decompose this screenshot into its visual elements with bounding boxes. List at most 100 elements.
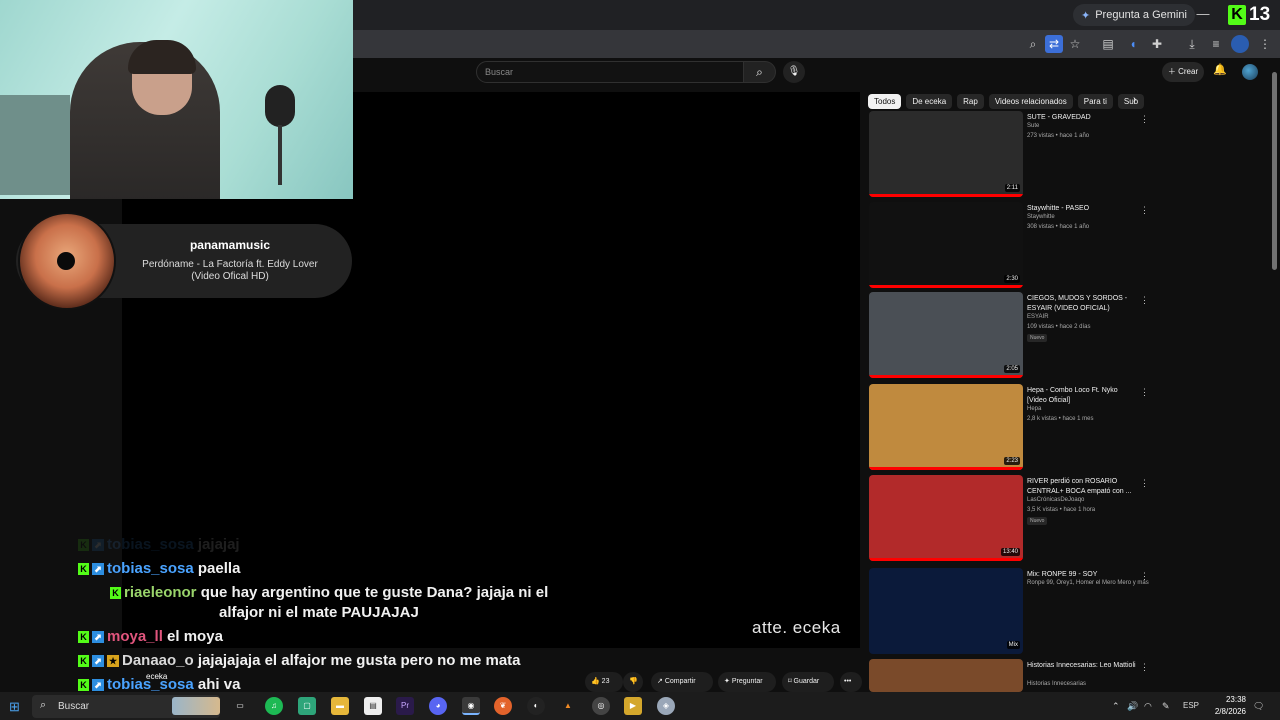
recommendation-item[interactable]: 2:11 SUTE - GRAVEDAD ⋮ Sute 273 vistas • hac… bbox=[869, 111, 1159, 199]
create-label: Crear bbox=[1178, 67, 1199, 76]
bookmark-star-icon[interactable]: ☆ bbox=[1066, 35, 1084, 53]
video-thumbnail[interactable] bbox=[869, 659, 1023, 692]
video-title[interactable]: Mix: RONPE 99 - SOY bbox=[1027, 570, 1139, 580]
fl-studio-icon[interactable]: ❦ bbox=[494, 697, 512, 715]
video-title[interactable]: Staywhitte - PASEO bbox=[1027, 204, 1139, 214]
video-title[interactable]: Historias Innecesarias: Leo Mattioli bbox=[1027, 661, 1139, 671]
volume-icon[interactable]: 🔊 bbox=[1127, 701, 1138, 712]
pen-icon[interactable]: ✎ bbox=[1162, 701, 1170, 712]
voice-search-button[interactable]: 🎙 bbox=[783, 61, 805, 83]
more-vert-icon[interactable]: ⋮ bbox=[1140, 478, 1149, 489]
taskbar-clock[interactable]: 23:38 2/8/2026 bbox=[1200, 694, 1246, 718]
recommendation-item[interactable]: Mix Mix: RONPE 99 - SOY ⋮ Ronpe 99, Orey1, … bbox=[869, 568, 1159, 656]
chip-de-eceka[interactable]: De eceka bbox=[906, 93, 953, 109]
chat-message: Kriaeleonor que hay argentino que te gus… bbox=[110, 584, 548, 601]
channel-name[interactable]: ESYAIR bbox=[1027, 314, 1049, 320]
video-thumbnail[interactable]: 2:11 bbox=[869, 111, 1023, 197]
channel-name[interactable]: Ronpe 99, Orey1, Homer el Mero Mero y má… bbox=[1027, 580, 1149, 586]
file-explorer-icon[interactable]: ▬ bbox=[331, 697, 349, 715]
channel-name[interactable]: Hepa bbox=[1027, 406, 1041, 412]
dislike-button[interactable]: 👎 bbox=[623, 672, 643, 692]
video-thumbnail[interactable]: Mix bbox=[869, 568, 1023, 654]
translate-icon[interactable]: ⇄ bbox=[1045, 35, 1063, 53]
media-player-icon[interactable]: ▶ bbox=[624, 697, 642, 715]
video-title[interactable]: Hepa - Combo Loco Ft. Nyko [Video Oficia… bbox=[1027, 386, 1139, 406]
network-icon[interactable]: ◠ bbox=[1144, 701, 1152, 712]
like-button[interactable]: 👍 23 bbox=[585, 672, 623, 692]
recommendation-item[interactable]: 2:30 Staywhitte - PASEO ⋮ Staywhitte 308 vis… bbox=[869, 202, 1159, 290]
spotify-icon[interactable]: ♫ bbox=[265, 697, 283, 715]
chip-all[interactable]: Todos bbox=[868, 93, 902, 109]
chevron-right-icon[interactable]: › bbox=[1133, 94, 1136, 105]
extensions-icon[interactable]: ✚ bbox=[1148, 35, 1166, 53]
chrome-icon[interactable]: ◉ bbox=[462, 697, 480, 715]
task-view-icon[interactable]: ▭ bbox=[231, 697, 249, 715]
recommendation-item[interactable]: Historias Innecesarias: Leo Mattioli ⋮ His… bbox=[869, 659, 1159, 692]
more-vert-icon[interactable]: ⋮ bbox=[1140, 295, 1149, 306]
channel-name[interactable]: Sute bbox=[1027, 123, 1039, 129]
more-vert-icon[interactable]: ⋮ bbox=[1140, 205, 1149, 216]
channel-name[interactable]: LasCrónicasDeJoaqo bbox=[1027, 497, 1084, 503]
video-duration: 2:23 bbox=[1004, 457, 1020, 465]
download-icon[interactable]: ⤓ bbox=[1183, 35, 1201, 53]
save-button[interactable]: ⌑ Guardar bbox=[782, 672, 834, 692]
search-input[interactable]: Buscar bbox=[476, 61, 744, 83]
chat-username[interactable]: Danaao_o bbox=[122, 652, 194, 669]
chat-username[interactable]: riaeleonor bbox=[124, 584, 197, 601]
create-button[interactable]: ＋ Crear bbox=[1162, 62, 1204, 82]
gemini-button[interactable]: ✦ Pregunta a Gemini bbox=[1073, 4, 1195, 26]
tray-expand-icon[interactable]: ⌃ bbox=[1112, 701, 1120, 712]
account-avatar[interactable] bbox=[1242, 64, 1258, 80]
language-indicator[interactable]: ESP bbox=[1183, 701, 1199, 710]
chip-sub[interactable]: Sub bbox=[1117, 93, 1145, 109]
video-thumbnail[interactable]: 2:30 bbox=[869, 202, 1023, 288]
recommendation-item[interactable]: 2:23 Hepa - Combo Loco Ft. Nyko [Video Of… bbox=[869, 384, 1159, 472]
app-icon-shield[interactable]: ◈ bbox=[657, 697, 675, 715]
media-icon[interactable]: ▤ bbox=[1099, 35, 1117, 53]
audio-icon[interactable]: ◖ bbox=[1124, 35, 1142, 53]
more-actions-button[interactable]: ••• bbox=[840, 672, 862, 692]
chat-text: ahi va bbox=[197, 676, 241, 693]
ask-button[interactable]: ✦ Preguntar bbox=[718, 672, 776, 692]
app-icon-green[interactable]: ▢ bbox=[298, 697, 316, 715]
new-badge: Nuevo bbox=[1027, 334, 1048, 342]
page-scrollbar[interactable] bbox=[1272, 72, 1277, 270]
chip-for-you[interactable]: Para ti bbox=[1077, 93, 1113, 109]
kick-badge-icon: K bbox=[78, 631, 89, 644]
notifications-icon[interactable]: 🗨 bbox=[1253, 701, 1264, 712]
recommendation-item[interactable]: 2:05 CIEGOS, MUDOS Y SORDOS - ESYAIR (VID… bbox=[869, 292, 1159, 380]
channel-name[interactable]: Staywhitte bbox=[1027, 214, 1055, 220]
premiere-pro-icon[interactable]: Pr bbox=[396, 697, 414, 715]
video-thumbnail[interactable]: 13:40 bbox=[869, 475, 1023, 561]
app-icon-circle[interactable]: ◎ bbox=[592, 697, 610, 715]
zoom-icon[interactable]: ⌕ bbox=[1024, 35, 1042, 53]
video-thumbnail[interactable]: 2:05 bbox=[869, 292, 1023, 378]
chip-related[interactable]: Videos relacionados bbox=[988, 93, 1073, 109]
more-vert-icon[interactable]: ⋮ bbox=[1140, 114, 1149, 125]
search-button[interactable]: ⌕ bbox=[744, 61, 776, 83]
video-thumbnail[interactable]: 2:23 bbox=[869, 384, 1023, 470]
obs-icon[interactable]: ◐ bbox=[527, 697, 545, 715]
minimize-button[interactable]: — bbox=[1192, 5, 1214, 23]
notepad-icon[interactable]: ▤ bbox=[364, 697, 382, 715]
more-vert-icon[interactable]: ⋮ bbox=[1140, 387, 1149, 398]
windows-start-icon[interactable]: ⊞ bbox=[9, 699, 20, 715]
video-title[interactable]: RIVER perdió con ROSARIO CENTRAL+ BOCA e… bbox=[1027, 477, 1139, 497]
video-title[interactable]: CIEGOS, MUDOS Y SORDOS - ESYAIR (VIDEO O… bbox=[1027, 294, 1139, 314]
browser-menu-icon[interactable]: ⋮ bbox=[1256, 35, 1274, 53]
channel-name[interactable]: Historias Innecesarias bbox=[1027, 681, 1086, 687]
chat-username[interactable]: tobias_sosa bbox=[107, 536, 194, 553]
vlc-icon[interactable]: ▲ bbox=[559, 697, 577, 715]
chat-username[interactable]: tobias_sosa bbox=[107, 560, 194, 577]
recommendation-item[interactable]: 13:40 RIVER perdió con ROSARIO CENTRAL+ B… bbox=[869, 475, 1159, 563]
notifications-bell-icon[interactable]: 🔔 bbox=[1213, 63, 1227, 76]
plus-icon: ＋ bbox=[1167, 67, 1176, 76]
chip-rap[interactable]: Rap bbox=[957, 93, 984, 109]
reading-list-icon[interactable]: ≡ bbox=[1207, 35, 1225, 53]
chat-username[interactable]: moya_ll bbox=[107, 628, 163, 645]
discord-icon[interactable]: ◕ bbox=[429, 697, 447, 715]
more-vert-icon[interactable]: ⋮ bbox=[1140, 662, 1149, 673]
profile-avatar[interactable] bbox=[1231, 35, 1249, 53]
share-button[interactable]: ↗ Compartir bbox=[651, 672, 713, 692]
video-title[interactable]: SUTE - GRAVEDAD bbox=[1027, 113, 1139, 123]
